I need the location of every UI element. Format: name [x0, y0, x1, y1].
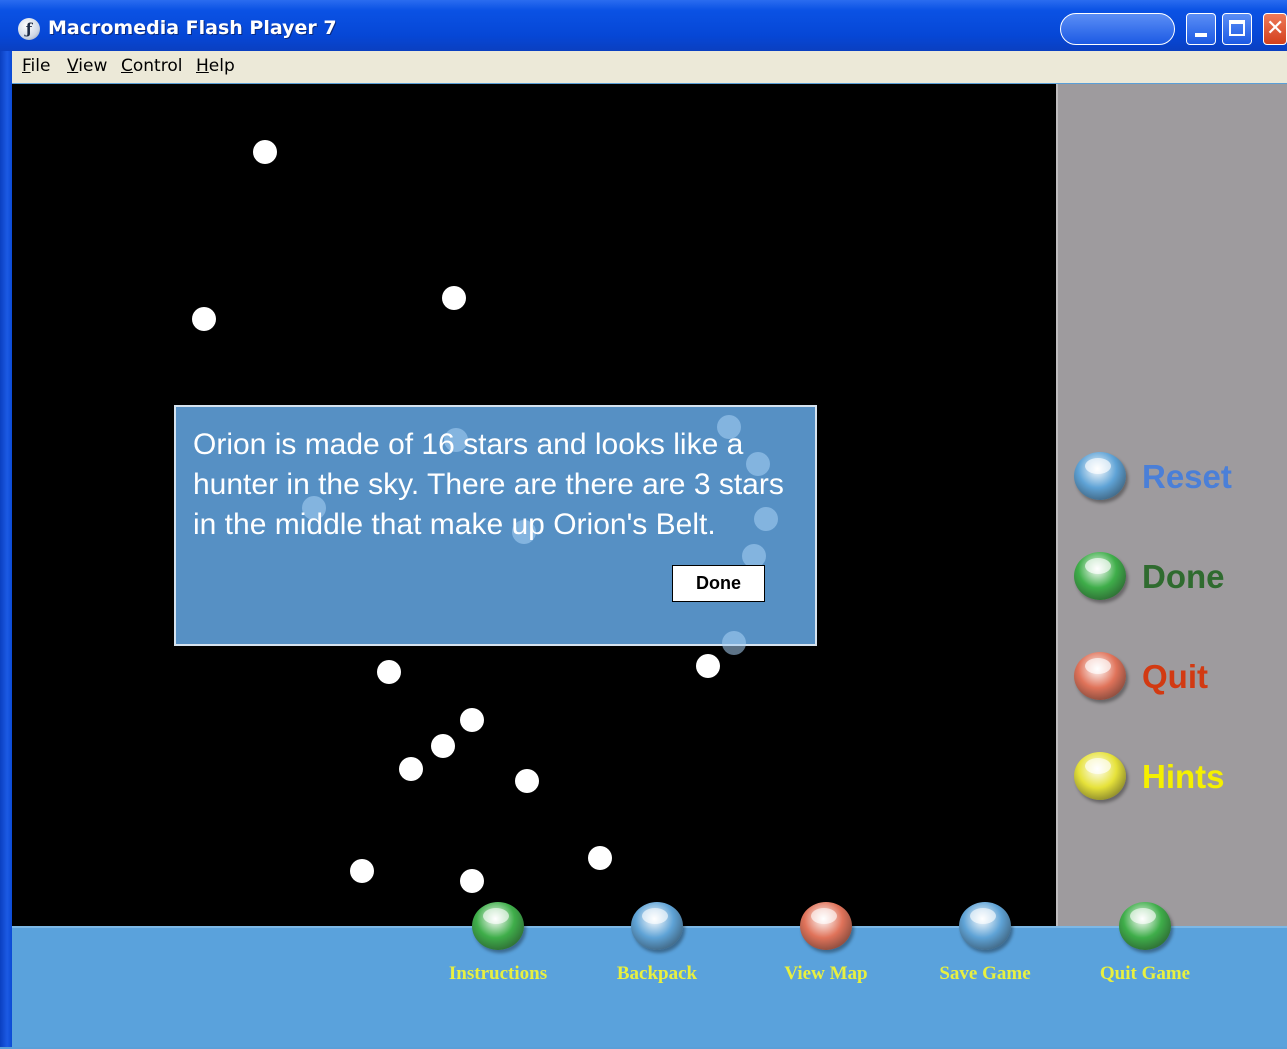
star[interactable]	[696, 654, 720, 678]
minimize-button[interactable]	[1186, 13, 1216, 45]
quit-button[interactable]: Quit	[1058, 650, 1287, 706]
star[interactable]	[253, 140, 277, 164]
dialog-done-button[interactable]: Done	[672, 565, 765, 602]
resize-toggle-button[interactable]	[1060, 13, 1175, 45]
quit-label: Quit	[1142, 658, 1208, 695]
quit-game-label: Quit Game	[1099, 963, 1191, 984]
quit-game-gem-icon	[1119, 902, 1171, 950]
hints-gem-icon	[1074, 752, 1126, 800]
menu-help[interactable]: Help	[196, 56, 235, 76]
instructions-gem-icon	[472, 902, 524, 950]
star[interactable]	[431, 734, 455, 758]
flash-player-icon: ƒ	[18, 18, 40, 40]
window-title: Macromedia Flash Player 7	[48, 17, 337, 39]
info-dialog: Orion is made of 16 stars and looks like…	[174, 405, 817, 655]
menu-bar: File View Control Help	[0, 51, 1287, 83]
quit-game-button[interactable]: Quit Game	[1065, 902, 1225, 1049]
star[interactable]	[442, 286, 466, 310]
close-button[interactable]: ✕	[1263, 13, 1287, 45]
view-map-button[interactable]: View Map	[746, 902, 906, 1049]
reset-button[interactable]: Reset	[1058, 450, 1287, 506]
dialog-message: Orion is made of 16 stars and looks like…	[193, 428, 784, 541]
star[interactable]	[192, 307, 216, 331]
menu-view[interactable]: View	[67, 56, 107, 76]
star[interactable]	[377, 660, 401, 684]
view-map-gem-icon	[800, 902, 852, 950]
star-behind-dialog	[722, 631, 746, 655]
minimize-icon	[1195, 33, 1207, 37]
maximize-button[interactable]	[1222, 13, 1252, 45]
view-map-label: View Map	[784, 963, 868, 984]
backpack-label: Backpack	[616, 963, 698, 984]
backpack-gem-icon	[631, 902, 683, 950]
reset-label: Reset	[1142, 458, 1232, 495]
save-game-button[interactable]: Save Game	[905, 902, 1065, 1049]
menu-control[interactable]: Control	[121, 56, 182, 76]
menu-file[interactable]: File	[22, 56, 50, 76]
star[interactable]	[350, 859, 374, 883]
quit-gem-icon	[1074, 652, 1126, 700]
side-panel: Reset Done Quit Hints	[1056, 84, 1287, 926]
star[interactable]	[515, 769, 539, 793]
window-left-border	[0, 51, 12, 1047]
star[interactable]	[399, 757, 423, 781]
save-game-gem-icon	[959, 902, 1011, 950]
hints-label: Hints	[1142, 758, 1225, 795]
star[interactable]	[460, 869, 484, 893]
close-icon: ✕	[1266, 16, 1285, 41]
done-label: Done	[1142, 558, 1225, 595]
done-gem-icon	[1074, 552, 1126, 600]
done-button[interactable]: Done	[1058, 550, 1287, 606]
hints-button[interactable]: Hints	[1058, 750, 1287, 806]
save-game-label: Save Game	[939, 963, 1031, 984]
reset-gem-icon	[1074, 452, 1126, 500]
bottom-nav-bar: Instructions Backpack View Map Save Game…	[12, 902, 1287, 1049]
instructions-button[interactable]: Instructions	[418, 902, 578, 1049]
star[interactable]	[588, 846, 612, 870]
backpack-button[interactable]: Backpack	[577, 902, 737, 1049]
maximize-icon	[1229, 20, 1245, 36]
title-bar[interactable]: ƒ Macromedia Flash Player 7 ✕	[0, 0, 1287, 51]
star[interactable]	[460, 708, 484, 732]
instructions-label: Instructions	[448, 963, 548, 984]
